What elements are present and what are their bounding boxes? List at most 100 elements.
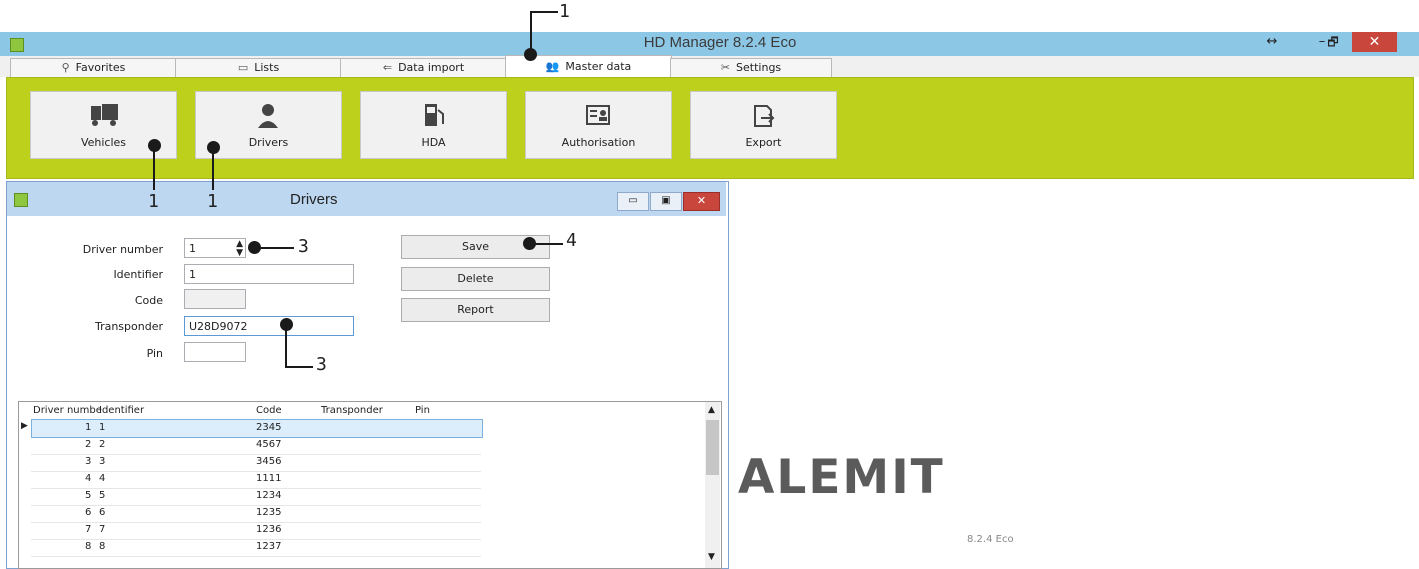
tab-settings[interactable]: ✂ Settings [670, 58, 832, 77]
callout-line [212, 148, 214, 190]
button-label: Authorisation [561, 136, 636, 149]
callout-line [530, 11, 558, 13]
tab-label: Settings [736, 61, 782, 74]
callout-number: 3 [316, 354, 327, 375]
column-header[interactable]: Identifier [99, 405, 144, 416]
cell-code: 1236 [256, 524, 282, 535]
close-button[interactable]: ✕ [1352, 32, 1397, 52]
cell-identifier: 8 [99, 541, 106, 552]
window-title: HD Manager 8.2.4 Eco [643, 34, 797, 51]
transponder-field[interactable]: U28D9072 [184, 316, 354, 336]
cell-identifier: 6 [99, 507, 106, 518]
dialog-maximize-button[interactable]: ▣ [650, 192, 682, 211]
export-icon [754, 105, 775, 127]
export-button[interactable]: Export [690, 91, 837, 159]
cell-driver-number: 3 [85, 456, 92, 467]
brand-logo: ALEMIT [738, 450, 945, 505]
fuel-pump-icon [425, 104, 444, 126]
button-label: Export [745, 136, 782, 149]
pin-field[interactable] [184, 342, 246, 362]
cell-identifier: 5 [99, 490, 106, 501]
cell-driver-number: 8 [85, 541, 92, 552]
driver-number-stepper[interactable]: 1 ▲ ▼ [184, 238, 246, 258]
scroll-down-icon[interactable]: ▼ [708, 552, 715, 562]
id-card-icon [586, 105, 610, 125]
tools-icon: ✂ [720, 61, 731, 74]
code-label: Code [134, 294, 163, 307]
cell-driver-number: 1 [85, 422, 92, 433]
cell-driver-number: 4 [85, 473, 92, 484]
delete-button[interactable]: Delete [401, 267, 550, 291]
callout-number: 3 [298, 236, 309, 257]
tab-label: Master data [565, 60, 632, 73]
hda-button[interactable]: HDA [360, 91, 507, 159]
button-label: HDA [421, 136, 446, 149]
callout-number: 1 [207, 191, 218, 212]
cell-identifier: 3 [99, 456, 106, 467]
callout-line [153, 146, 155, 190]
cell-code: 2345 [256, 422, 282, 433]
cell-driver-number: 6 [85, 507, 92, 518]
cell-driver-number: 2 [85, 439, 92, 450]
scroll-up-icon[interactable]: ▲ [708, 405, 715, 415]
cell-code: 1111 [256, 473, 282, 484]
cell-driver-number: 7 [85, 524, 92, 535]
scroll-thumb[interactable] [706, 420, 719, 475]
callout-line [285, 366, 313, 368]
callout-number: 1 [148, 191, 159, 212]
app-icon [10, 38, 24, 52]
identifier-field[interactable]: 1 [184, 264, 354, 284]
row-pointer-icon: ▶ [21, 421, 28, 431]
users-icon: 👥 [545, 60, 560, 73]
list-icon: ▭ [237, 61, 249, 74]
tab-label: Lists [254, 61, 280, 74]
authorisation-button[interactable]: Authorisation [525, 91, 672, 159]
cell-code: 1237 [256, 541, 282, 552]
report-button[interactable]: Report [401, 298, 550, 322]
transponder-label: Transponder [94, 320, 163, 333]
tab-data-import[interactable]: ⇐ Data import [340, 58, 507, 77]
identifier-label: Identifier [113, 268, 163, 281]
tab-favorites[interactable]: ⚲ Favorites [10, 58, 177, 77]
dialog-close-button[interactable]: ✕ [683, 192, 720, 211]
cell-code: 3456 [256, 456, 282, 467]
restore-button[interactable]: 🗗 [1320, 32, 1346, 52]
column-header[interactable]: Code [256, 405, 282, 416]
person-icon [258, 104, 278, 128]
spin-arrows-icon[interactable]: ▲ ▼ [236, 240, 243, 258]
callout-line [258, 247, 294, 249]
cell-code: 1234 [256, 490, 282, 501]
cell-code: 1235 [256, 507, 282, 518]
code-field[interactable] [184, 289, 246, 309]
resize-icon[interactable]: ↔ [1262, 32, 1282, 52]
column-header[interactable]: Transponder [321, 405, 383, 416]
callout-dot [524, 48, 537, 61]
dialog-icon [14, 193, 28, 207]
import-icon: ⇐ [382, 61, 393, 74]
cell-identifier: 1 [99, 422, 106, 433]
callout-number: 1 [559, 1, 570, 22]
cell-code: 4567 [256, 439, 282, 450]
cell-identifier: 4 [99, 473, 106, 484]
callout-line [285, 325, 287, 367]
tab-label: Favorites [75, 61, 126, 74]
cell-identifier: 2 [99, 439, 106, 450]
pin-icon: ⚲ [61, 61, 70, 74]
cell-driver-number: 5 [85, 490, 92, 501]
callout-line [533, 243, 563, 245]
drivers-grid[interactable]: Driver numbe Identifier Code Transponder… [18, 401, 722, 569]
grid-scrollbar[interactable]: ▲ ▼ [705, 402, 720, 568]
dialog-title: Drivers [290, 191, 338, 208]
callout-number: 4 [566, 230, 577, 251]
cell-identifier: 7 [99, 524, 106, 535]
driver-number-label: Driver number [82, 243, 163, 256]
dialog-minimize-button[interactable]: ▭ [617, 192, 649, 211]
tab-lists[interactable]: ▭ Lists [175, 58, 342, 77]
tab-label: Data import [398, 61, 465, 74]
column-header[interactable]: Pin [415, 405, 430, 416]
column-header[interactable]: Driver numbe [33, 405, 102, 416]
version-label: 8.2.4 Eco [967, 534, 1014, 545]
pin-label: Pin [146, 347, 163, 360]
driver-number-value: 1 [189, 242, 196, 255]
truck-icon [91, 104, 118, 126]
